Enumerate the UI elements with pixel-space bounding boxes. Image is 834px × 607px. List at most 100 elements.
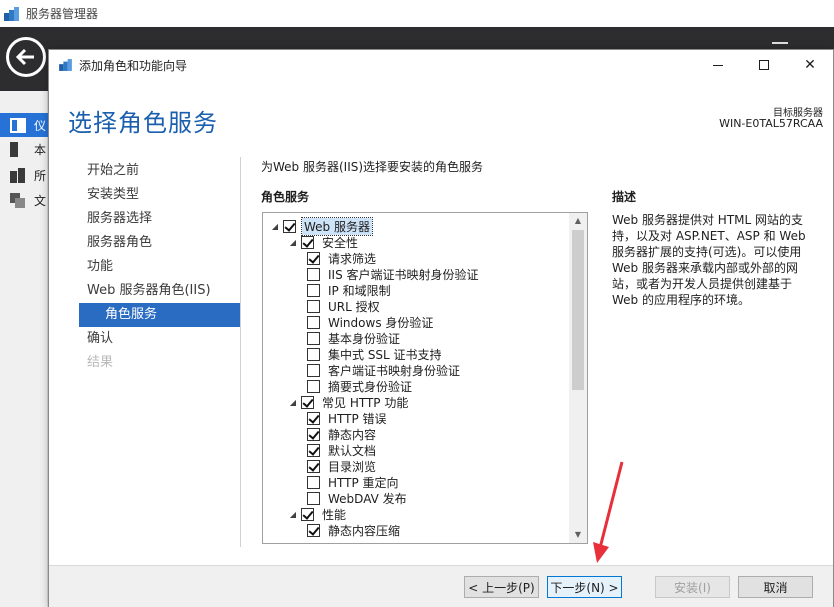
tree-item-label: WebDAV 发布 [328,491,407,506]
next-button[interactable]: 下一步(N) > [547,576,622,598]
nav-item[interactable]: Web 服务器角色(IIS) [79,279,241,303]
checkbox[interactable] [283,219,296,233]
role-services-tree[interactable]: ◢ Web 服务器 ◢ 安全性 请求筛选 IIS 客户端证书映射身份验证 IP 和域限制 UR… [262,212,588,544]
checkbox[interactable] [307,475,320,489]
previous-button[interactable]: < 上一步(P) [464,576,539,598]
all-servers-icon [10,167,26,183]
tree-item[interactable]: 基本身份验证 [305,330,402,346]
checkbox[interactable] [307,427,320,441]
tree-item[interactable]: HTTP 重定向 [305,474,401,490]
checkbox[interactable] [307,443,320,457]
role-services-label: 角色服务 [261,190,310,204]
tree-item[interactable]: ◢ 安全性 [287,234,360,250]
server-manager-title: 服务器管理器 [26,7,99,21]
sidebar-item-local-server[interactable]: 本 [0,137,48,161]
tree-item[interactable]: 请求筛选 [305,250,378,266]
sidebar-item-label: 所 [34,168,47,183]
tree-item[interactable]: 摘要式身份验证 [305,378,414,394]
scrollbar-thumb[interactable] [572,230,584,390]
tree-item[interactable]: 客户端证书映射身份验证 [305,362,462,378]
dashboard-icon [10,117,26,133]
checkbox[interactable] [307,379,320,393]
tree-item-label: 安全性 [322,235,359,250]
tree-item[interactable]: 默认文档 [305,442,378,458]
tree-item-label: 性能 [322,507,347,522]
checkbox[interactable] [301,507,314,521]
tree-item-label: URL 授权 [328,299,380,314]
sidebar-item-all-servers[interactable]: 所 [0,163,48,187]
nav-item[interactable]: 服务器选择 [79,207,241,231]
checkbox[interactable] [307,267,320,281]
nav-item[interactable]: 开始之前 [79,159,241,183]
checkbox[interactable] [307,347,320,361]
checkbox[interactable] [307,251,320,265]
add-roles-wizard-dialog: 添加角色和功能向导 ✕ 选择角色服务 目标服务器 WIN-E0TAL57RCAA… [48,49,834,607]
tree-item[interactable]: 静态内容 [305,426,378,442]
server-icon [10,141,18,157]
back-button[interactable] [6,37,46,77]
server-manager-titlebar: 服务器管理器 [0,0,834,27]
tree-item-label: HTTP 错误 [328,411,387,426]
nav-item[interactable]: 服务器角色 [79,231,241,255]
checkbox[interactable] [301,395,314,409]
cancel-button[interactable]: 取消 [738,576,813,598]
tree-item-label: 常见 HTTP 功能 [322,395,409,410]
expand-arrow-icon[interactable]: ◢ [287,238,299,247]
expand-arrow-icon[interactable]: ◢ [269,222,281,231]
tree-item[interactable]: 集中式 SSL 证书支持 [305,346,444,362]
install-button[interactable]: 安装(I) [655,576,730,598]
tree-item[interactable]: Windows 身份验证 [305,314,435,330]
tree-item[interactable]: URL 授权 [305,298,382,314]
nav-item[interactable]: 确认 [79,327,241,351]
close-icon: ✕ [804,57,816,73]
wizard-footer: < 上一步(P) 下一步(N) > 安装(I) 取消 [49,565,833,607]
checkbox[interactable] [307,459,320,473]
checkbox[interactable] [307,283,320,297]
checkbox[interactable] [307,315,320,329]
sidebar-item-dashboard[interactable]: 仪 [0,113,48,137]
scroll-down-icon[interactable]: ▼ [569,527,587,543]
sidebar-item-file-services[interactable]: 文 [0,188,48,212]
close-button[interactable]: ✕ [787,50,833,80]
tree-scrollbar[interactable]: ▲ ▼ [569,213,587,543]
wizard-app-icon [59,59,72,71]
tree-item-label: 请求筛选 [328,251,377,266]
tree-item[interactable]: ◢ Web 服务器 [269,216,373,236]
checkbox[interactable] [307,331,320,345]
tree-item-label: 默认文档 [328,443,377,458]
sidebar-item-label: 文 [34,193,47,208]
wizard-navigation: 开始之前 安装类型 服务器选择 服务器角色 功能 Web 服务器角色(IIS) 角色服务 确认… [79,159,241,375]
maximize-button[interactable] [741,50,787,80]
tree-item[interactable]: IIS 客户端证书映射身份验证 [305,266,481,282]
description-text: Web 服务器提供对 HTML 网站的支持，以及对 ASP.NET、ASP 和 … [612,213,806,307]
checkbox[interactable] [307,363,320,377]
minimize-button[interactable] [695,50,741,80]
nav-item[interactable]: 安装类型 [79,183,241,207]
wizard-title: 添加角色和功能向导 [79,58,188,73]
checkbox[interactable] [307,491,320,505]
expand-arrow-icon[interactable]: ◢ [287,398,299,407]
tree-item[interactable]: 目录浏览 [305,458,378,474]
tree-item-label: Web 服务器 [301,216,373,236]
tree-item-label: IIS 客户端证书映射身份验证 [328,267,479,282]
checkbox[interactable] [307,523,320,537]
tree-item[interactable]: IP 和域限制 [305,282,393,298]
tree-item-label: HTTP 重定向 [328,475,399,490]
tree-item[interactable]: HTTP 错误 [305,410,389,426]
nav-divider [240,157,241,547]
tree-item-label: 静态内容压缩 [328,523,401,538]
tree-item[interactable]: ◢ 常见 HTTP 功能 [287,394,410,410]
checkbox[interactable] [307,299,320,313]
checkbox[interactable] [301,235,314,249]
expand-arrow-icon[interactable]: ◢ [287,510,299,519]
scroll-up-icon[interactable]: ▲ [569,213,587,229]
tree-item-label: 集中式 SSL 证书支持 [328,347,442,362]
nav-item[interactable]: 功能 [79,255,241,279]
tree-item[interactable]: 静态内容压缩 [305,522,402,538]
nav-item: 结果 [87,355,114,370]
tree-item-label: 客户端证书映射身份验证 [328,363,461,378]
tree-item[interactable]: WebDAV 发布 [305,490,409,506]
checkbox[interactable] [307,411,320,425]
nav-item[interactable]: 角色服务 [79,303,241,327]
tree-item[interactable]: ◢ 性能 [287,506,348,522]
